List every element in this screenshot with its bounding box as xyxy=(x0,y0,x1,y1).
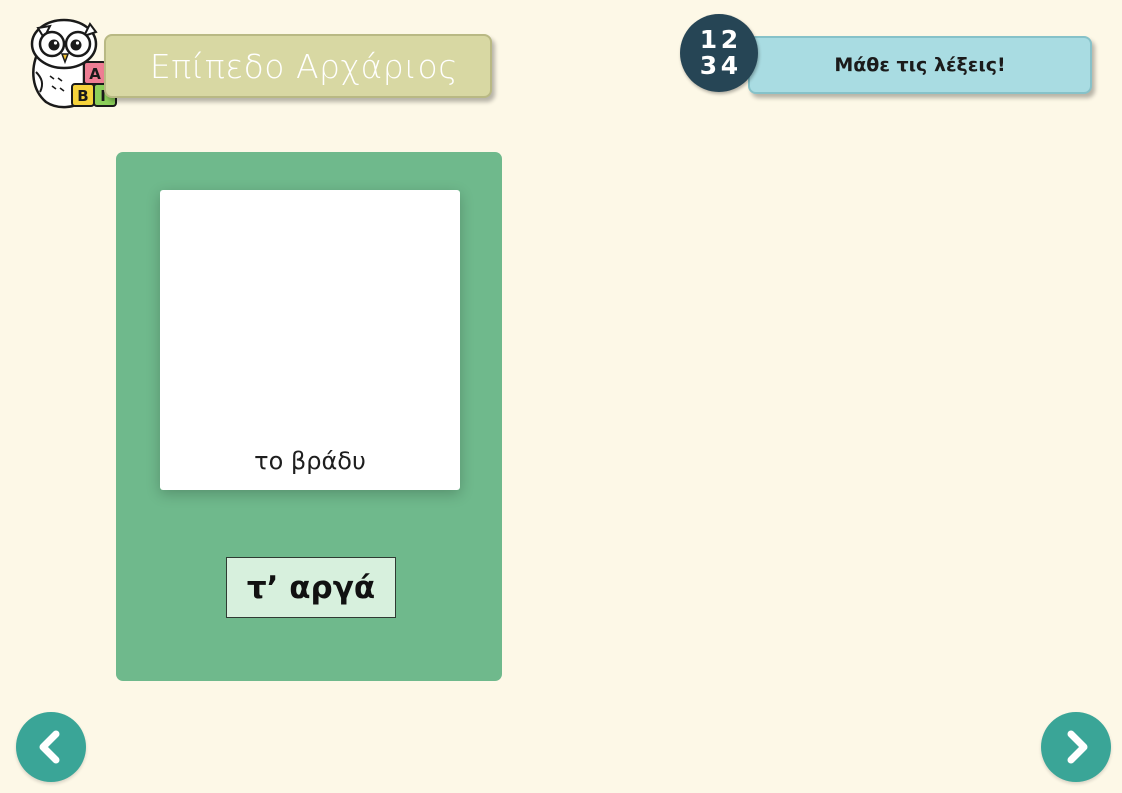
flashcard: το βράδυ τ’ αργά xyxy=(116,152,502,681)
picture-caption: το βράδυ xyxy=(254,447,366,475)
chevron-right-icon xyxy=(1067,730,1088,764)
word-label: τ’ αργά xyxy=(246,569,376,606)
flashcard-picture[interactable]: το βράδυ xyxy=(160,190,460,490)
level-title: Επίπεδο Αρχάριος xyxy=(149,46,459,86)
word-tile[interactable]: τ’ αργά xyxy=(226,557,396,618)
activity-banner: Μάθε τις λέξεις! xyxy=(748,36,1092,94)
badge-digit: 4 xyxy=(720,50,739,80)
activity-title: Μάθε τις λέξεις! xyxy=(834,54,1006,76)
badge-digit: 1 xyxy=(699,24,718,54)
level-banner: Επίπεδο Αρχάριος xyxy=(104,34,492,98)
block-a-letter: Α xyxy=(89,65,101,83)
block-b-letter: Β xyxy=(77,87,88,105)
badge-digit: 3 xyxy=(699,50,718,80)
badge-digit: 2 xyxy=(720,24,739,54)
chevron-left-icon xyxy=(39,730,60,764)
previous-button[interactable] xyxy=(16,712,86,782)
numbers-badge-icon: 1 2 3 4 xyxy=(680,14,758,92)
next-button[interactable] xyxy=(1041,712,1111,782)
